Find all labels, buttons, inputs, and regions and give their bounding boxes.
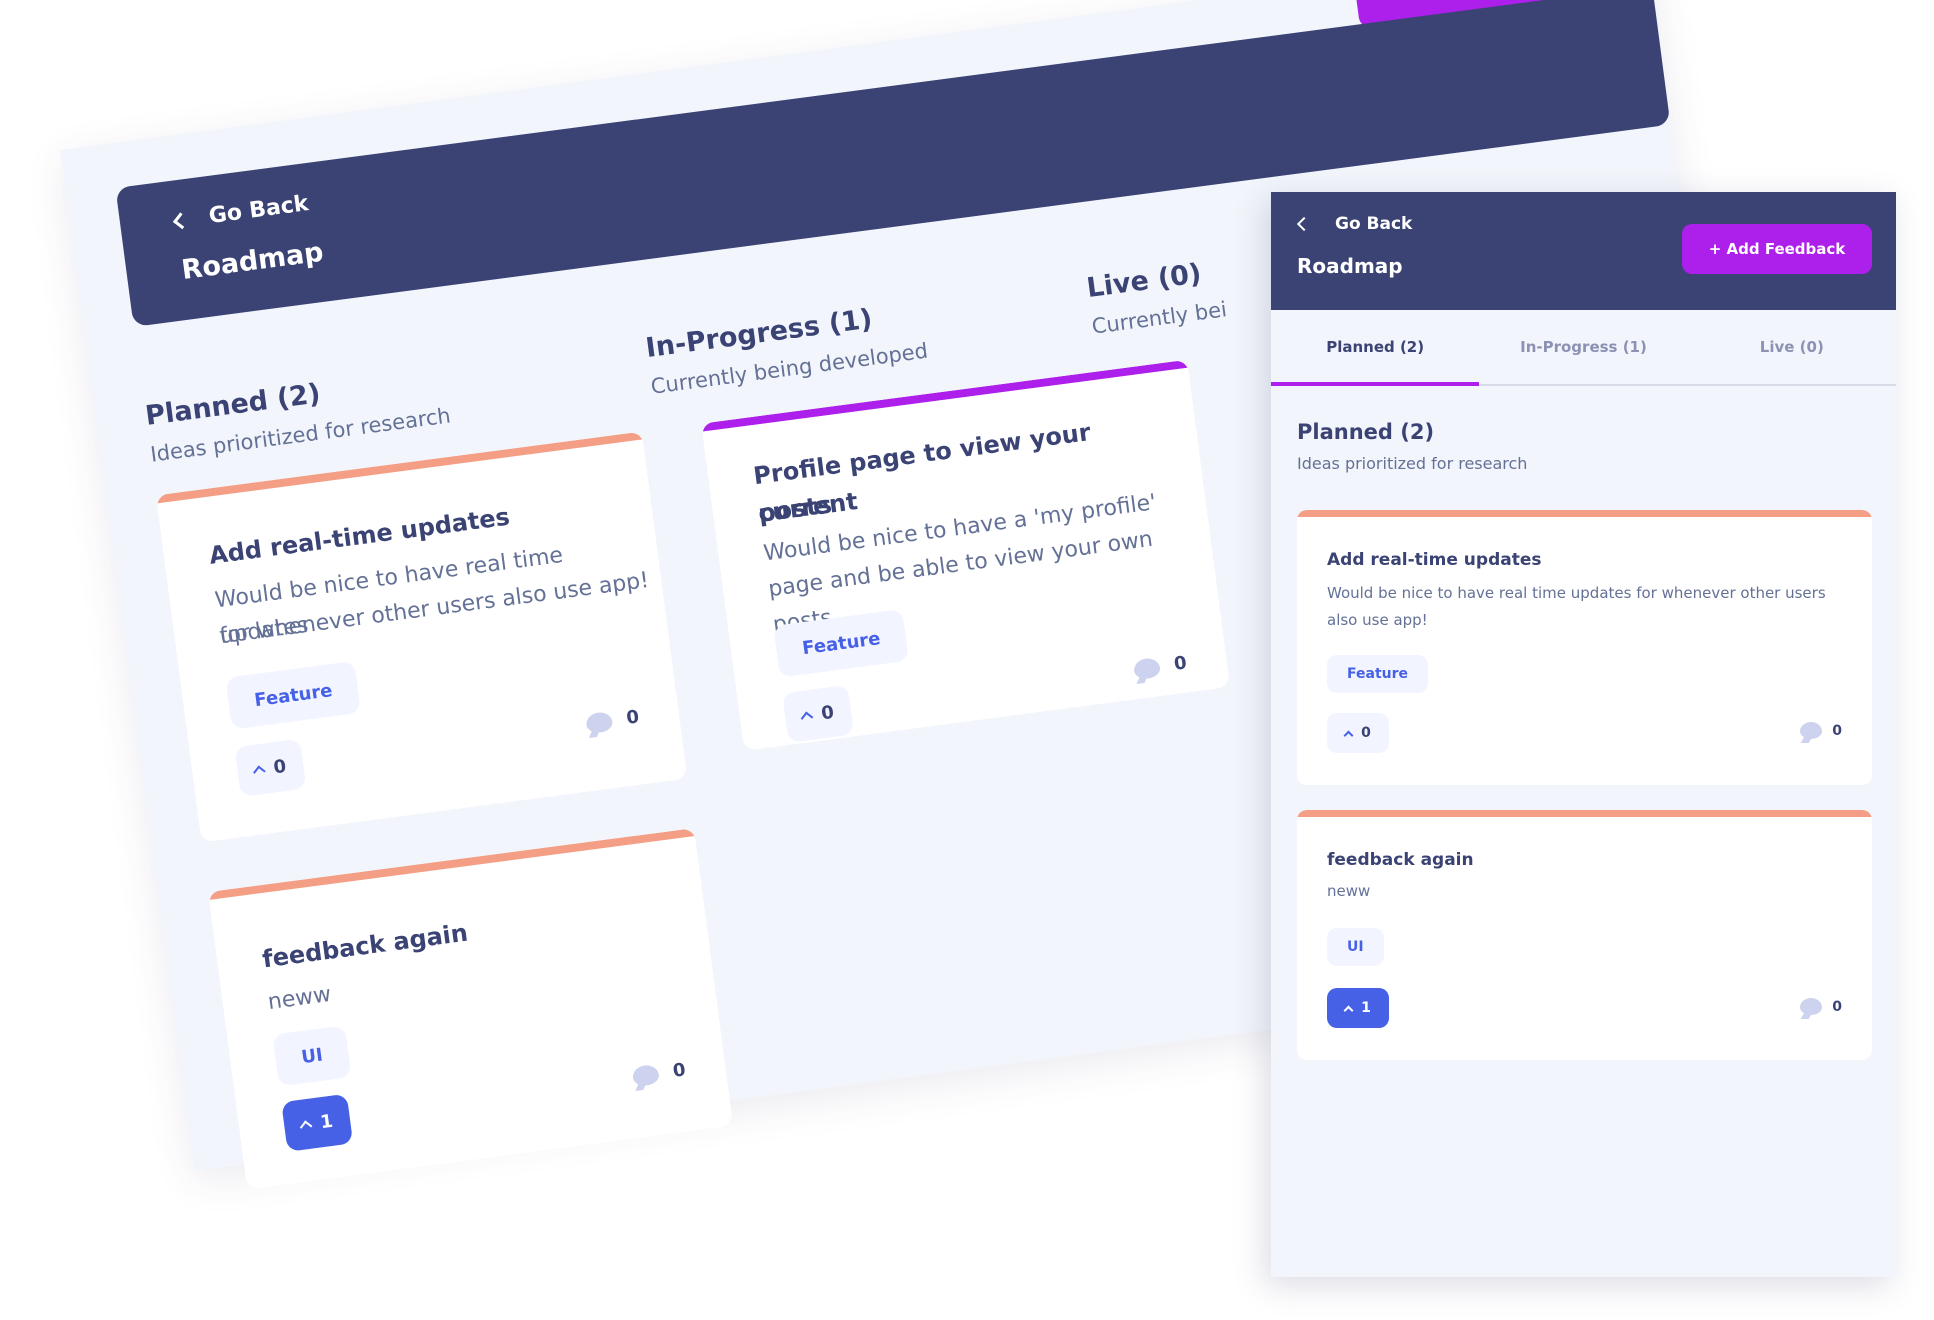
card-description: neww xyxy=(1327,882,1371,900)
feedback-card[interactable]: Add real-time updates Would be nice to h… xyxy=(155,431,688,843)
card-title: feedback again xyxy=(1327,850,1474,870)
feedback-card[interactable]: Profile page to view your current posts … xyxy=(701,359,1231,751)
comment-count: 0 xyxy=(1133,652,1188,680)
upvote-button[interactable]: 0 xyxy=(782,684,855,743)
comment-count: 0 xyxy=(1800,998,1842,1015)
upvote-count: 1 xyxy=(319,1110,335,1133)
go-back-link[interactable]: Go Back xyxy=(172,191,310,233)
column-subtitle-planned: Ideas prioritized for research xyxy=(1297,454,1528,473)
upvote-button[interactable]: 1 xyxy=(1327,988,1389,1028)
feedback-card[interactable]: feedback again neww UI 1 0 xyxy=(208,828,734,1190)
upvote-count: 0 xyxy=(272,755,288,778)
column-subtitle-live: Currently bei xyxy=(1090,297,1229,339)
tab-planned[interactable]: Planned (2) xyxy=(1271,310,1480,386)
comment-count-value: 0 xyxy=(1832,722,1842,739)
chevron-up-icon xyxy=(253,765,266,779)
status-bar-planned xyxy=(208,828,695,900)
comment-count-value: 0 xyxy=(1172,652,1188,675)
chevron-up-icon xyxy=(800,711,814,725)
category-tag[interactable]: Feature xyxy=(1327,655,1428,693)
comment-count: 0 xyxy=(585,706,640,734)
category-tag[interactable]: Feature xyxy=(225,660,362,730)
comment-icon xyxy=(1133,656,1162,680)
comment-icon xyxy=(1800,722,1823,739)
card-description-line: neww xyxy=(266,981,333,1016)
roadmap-showcase: + Add Feedback Go Back Roadmap Planned (… xyxy=(0,0,1934,1320)
card-title: Add real-time updates xyxy=(1327,550,1542,570)
comment-count: 0 xyxy=(632,1059,687,1087)
go-back-label: Go Back xyxy=(1335,214,1413,234)
status-bar-planned xyxy=(1297,510,1872,517)
comment-icon xyxy=(1800,998,1823,1015)
upvote-count: 1 xyxy=(1361,1000,1371,1016)
comment-icon xyxy=(585,710,614,734)
chevron-left-icon xyxy=(1296,216,1312,232)
tab-live[interactable]: Live (0) xyxy=(1688,310,1896,384)
add-feedback-button[interactable]: + Add Feedback xyxy=(1682,224,1872,274)
tab-in-progress[interactable]: In-Progress (1) xyxy=(1479,310,1687,384)
chevron-left-icon xyxy=(172,211,190,229)
mobile-roadmap-view: Go Back Roadmap + Add Feedback Planned (… xyxy=(1271,192,1896,1277)
chevron-up-icon xyxy=(300,1120,313,1134)
status-tabs: Planned (2) In-Progress (1) Live (0) xyxy=(1271,310,1896,386)
comment-count: 0 xyxy=(1800,722,1842,739)
card-description: Would be nice to have real time updates … xyxy=(1327,584,1826,629)
page-title: Roadmap xyxy=(1297,254,1403,278)
category-tag[interactable]: UI xyxy=(1327,928,1384,966)
chevron-up-icon xyxy=(1343,730,1354,740)
upvote-count: 0 xyxy=(1361,725,1371,741)
feedback-card[interactable]: feedback again neww UI 1 0 xyxy=(1297,810,1872,1060)
comment-count-value: 0 xyxy=(625,706,641,729)
go-back-label: Go Back xyxy=(207,191,310,230)
comment-count-value: 0 xyxy=(671,1059,687,1082)
upvote-button[interactable]: 1 xyxy=(281,1093,354,1152)
page-title: Roadmap xyxy=(179,236,326,287)
comment-count-value: 0 xyxy=(1832,998,1842,1015)
comment-icon xyxy=(632,1063,661,1087)
upvote-button[interactable]: 0 xyxy=(1327,713,1389,753)
chevron-up-icon xyxy=(1343,1005,1354,1015)
column-title-planned: Planned (2) xyxy=(1297,420,1435,444)
card-title: feedback again xyxy=(260,918,470,974)
category-tag[interactable]: UI xyxy=(272,1025,352,1087)
upvote-button[interactable]: 0 xyxy=(234,738,307,797)
column-title-live: Live (0) xyxy=(1084,258,1204,305)
roadmap-header: Go Back Roadmap + Add Feedback xyxy=(1271,192,1896,310)
card-title-line: posts xyxy=(756,490,834,528)
go-back-link[interactable]: Go Back xyxy=(1296,214,1413,234)
status-bar-planned xyxy=(1297,810,1872,817)
upvote-count: 0 xyxy=(819,701,836,724)
feedback-card[interactable]: Add real-time updates Would be nice to h… xyxy=(1297,510,1872,785)
